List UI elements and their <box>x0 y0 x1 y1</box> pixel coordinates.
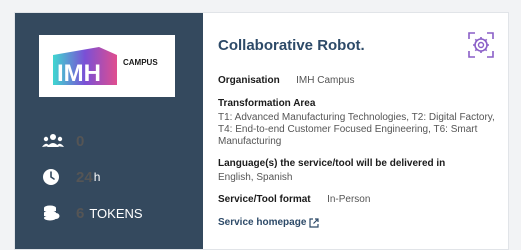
format-label: Service/Tool format <box>218 194 311 205</box>
service-homepage-label: Service homepage <box>218 217 307 228</box>
tokens-stat: 6 TOKENS <box>42 203 143 223</box>
logo-brand-text: IMH <box>57 60 101 87</box>
duration-unit: h <box>93 170 101 184</box>
organisation-value: IMH Campus <box>296 75 355 86</box>
language-label: Language(s) the service/tool will be del… <box>218 158 446 169</box>
transformation-value: T1: Advanced Manufacturing Technologies,… <box>218 112 495 147</box>
organisation-row: Organisation IMH Campus <box>218 70 508 88</box>
card-details: Collaborative Robot. Organisation IMH Ca… <box>203 13 508 249</box>
imh-logo-icon: IMH CAMPUS <box>53 47 158 87</box>
coins-icon <box>42 204 64 222</box>
organisation-label: Organisation <box>218 75 280 86</box>
service-title[interactable]: Collaborative Robot. <box>218 37 508 54</box>
transformation-label: Transformation Area <box>218 98 316 109</box>
stats-list: 0 24 h 6 TOKENS <box>42 131 143 239</box>
card-sidebar: IMH CAMPUS 0 24 h 6 TOKENS <box>15 13 203 249</box>
logo-campus-text: CAMPUS <box>123 58 158 67</box>
homepage-row: Service homepage <box>218 212 508 230</box>
duration-value: 24 <box>76 168 93 186</box>
transformation-row: Transformation Area T1: Advanced Manufac… <box>218 93 508 148</box>
clock-icon <box>42 168 64 186</box>
format-value: In-Person <box>327 194 371 205</box>
language-row: Language(s) the service/tool will be del… <box>218 153 508 184</box>
tokens-unit: TOKENS <box>89 205 143 221</box>
tokens-value: 6 <box>76 204 85 222</box>
service-card: IMH CAMPUS 0 24 h 6 TOKENS Collaborative… <box>14 12 509 250</box>
external-link-icon <box>309 217 319 228</box>
duration-stat: 24 h <box>42 167 143 187</box>
language-value: English, Spanish <box>218 172 293 183</box>
users-icon <box>42 132 64 150</box>
settings-icon[interactable] <box>468 32 494 58</box>
imh-campus-logo: IMH CAMPUS <box>39 35 175 97</box>
participants-value: 0 <box>76 132 85 150</box>
participants-stat: 0 <box>42 131 143 151</box>
format-row: Service/Tool format In-Person <box>218 189 508 207</box>
service-homepage-link[interactable]: Service homepage <box>218 217 319 228</box>
